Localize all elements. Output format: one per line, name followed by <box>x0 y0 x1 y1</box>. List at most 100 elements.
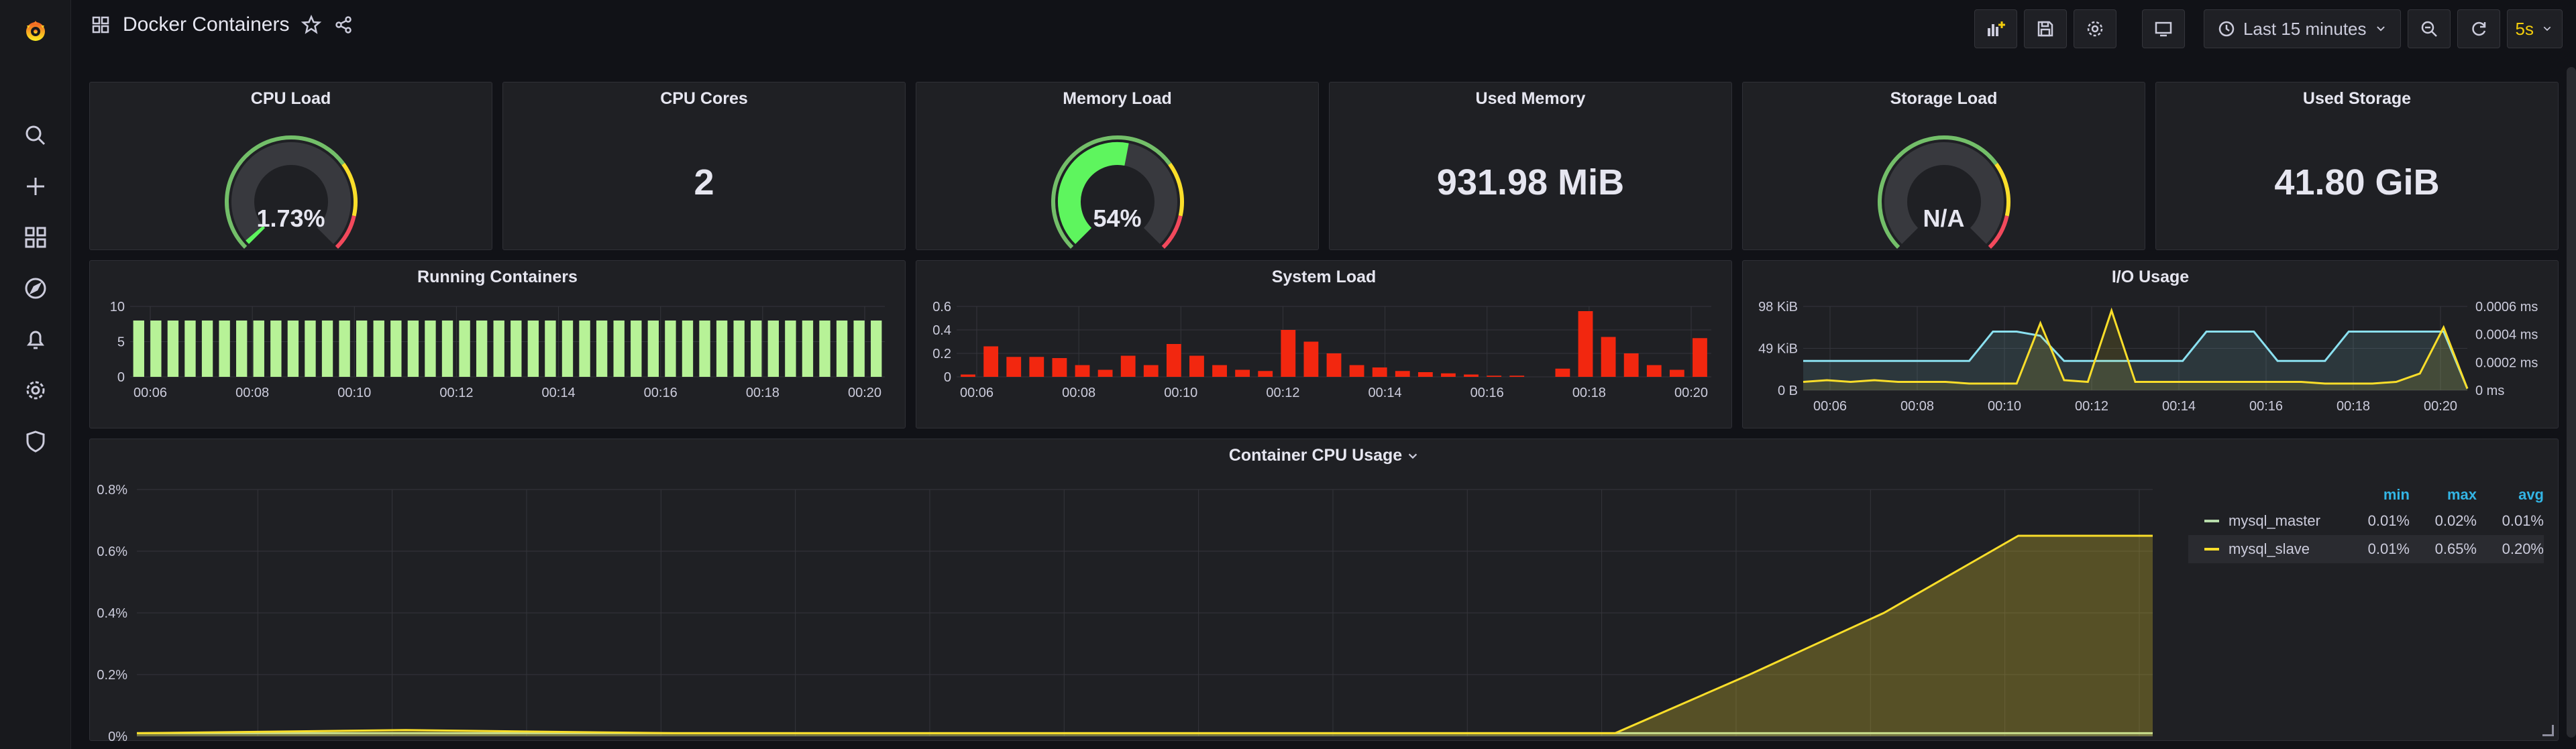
panel-resize-handle[interactable] <box>2542 725 2554 736</box>
bar <box>270 321 282 377</box>
x-tick-label: 00:20 <box>848 386 881 400</box>
legend-header-min[interactable]: min <box>2343 486 2410 504</box>
add-panel-icon <box>1987 21 2005 36</box>
panel-title: Used Memory <box>1475 89 1586 108</box>
running-containers-chart: 0 5 10 00:06 00:08 00:10 00:12 00:14 00:16 00:18 0… <box>110 300 885 400</box>
bar <box>631 321 642 377</box>
legend-min: 0.01% <box>2367 512 2410 529</box>
bar <box>699 321 710 377</box>
memory-load-panel[interactable]: Memory Load 54% <box>916 82 1319 250</box>
bar <box>647 321 659 377</box>
settings-gear-icon[interactable] <box>0 370 70 410</box>
bar <box>1303 341 1319 377</box>
bar <box>373 321 384 377</box>
system-load-panel[interactable]: System Load 0 0.2 0.4 0.6 00:06 00:08 00:10 00:… <box>916 260 1732 428</box>
search-icon[interactable] <box>0 115 70 156</box>
y-left-tick-label: 0 B <box>1778 384 1798 398</box>
legend-max: 0.65% <box>2434 540 2477 557</box>
y-tick-label: 0.2% <box>97 668 127 683</box>
storage-load-panel[interactable]: Storage Load N/A <box>1742 82 2145 250</box>
bar <box>459 321 470 377</box>
bar <box>321 321 333 377</box>
series-color-swatch[interactable] <box>2204 548 2219 551</box>
grafana-logo-icon[interactable] <box>0 11 70 51</box>
x-tick-label: 00:10 <box>337 386 371 400</box>
cpu-cores-value: 2 <box>694 162 714 203</box>
x-tick-label: 00:12 <box>2075 399 2108 414</box>
refresh-interval-picker[interactable]: 5s <box>2506 9 2563 48</box>
bar <box>1052 358 1067 377</box>
bar <box>219 321 230 377</box>
bar <box>596 321 608 377</box>
bar <box>287 321 299 377</box>
cpu-legend: min max avg mysql_master 0.01% 0.02% 0.0… <box>2188 483 2544 563</box>
bar <box>1029 357 1044 377</box>
star-icon[interactable] <box>301 15 322 35</box>
io-usage-panel[interactable]: I/O Usage 0 B 49 KiB 98 KiB 0 ms 0.0002 ms 0.… <box>1742 260 2559 428</box>
plus-icon[interactable] <box>0 166 70 207</box>
y-tick-label: 0.6 <box>932 300 951 314</box>
bar <box>1166 344 1181 377</box>
y-tick-label: 0.6% <box>97 544 127 559</box>
panel-title: Memory Load <box>1063 89 1172 108</box>
bar <box>751 321 762 377</box>
x-tick-label: 00:14 <box>542 386 576 400</box>
memory-load-value: 54% <box>1093 205 1142 232</box>
memory-load-gauge <box>1051 135 1184 249</box>
add-panel-button[interactable] <box>1974 9 2017 48</box>
x-tick-label: 00:14 <box>1368 386 1402 400</box>
legend-header-max[interactable]: max <box>2410 486 2477 504</box>
legend-row-mysql-slave[interactable]: mysql_slave 0.01% 0.65% 0.20% <box>2188 535 2544 563</box>
cpu-load-panel[interactable]: CPU Load 1.73% <box>89 82 492 250</box>
x-tick-label: 00:12 <box>439 386 473 400</box>
refresh-button[interactable] <box>2457 9 2500 48</box>
y-tick-label: 5 <box>117 335 125 350</box>
series-color-swatch[interactable] <box>2204 520 2219 522</box>
bar <box>511 321 522 377</box>
tv-mode-button[interactable] <box>2141 9 2185 48</box>
used-memory-panel[interactable]: Used Memory 931.98 MiB <box>1329 82 1732 250</box>
panel-title[interactable]: Container CPU Usage <box>90 446 2558 465</box>
save-dashboard-button[interactable] <box>2023 9 2067 48</box>
bar <box>1349 365 1364 377</box>
legend-row-mysql-master[interactable]: mysql_master 0.01% 0.02% 0.01% <box>2188 507 2544 535</box>
explore-compass-icon[interactable] <box>0 268 70 308</box>
x-tick-label: 00:06 <box>960 386 994 400</box>
bar <box>613 321 625 377</box>
dashboards-icon[interactable] <box>0 217 70 257</box>
running-containers-panel[interactable]: Running Containers 0 5 10 00:06 00:08 00:10 00… <box>89 260 906 428</box>
page-scrollbar[interactable] <box>2567 67 2576 738</box>
bar <box>682 321 694 377</box>
y-tick-label: 0.4% <box>97 606 127 621</box>
bar <box>853 321 865 377</box>
bar <box>1487 376 1502 377</box>
legend-series-name: mysql_slave <box>2229 540 2310 557</box>
used-storage-panel[interactable]: Used Storage 41.80 GiB <box>2155 82 2559 250</box>
cpu-load-value: 1.73% <box>256 205 325 232</box>
refresh-interval-label: 5s <box>2515 18 2534 39</box>
x-tick-label: 00:14 <box>2162 399 2196 414</box>
legend-header-avg[interactable]: avg <box>2477 486 2544 504</box>
panel-title: Storage Load <box>1890 89 1998 108</box>
bar <box>1006 357 1022 377</box>
dashboard-settings-button[interactable] <box>2073 9 2116 48</box>
bar <box>767 321 779 377</box>
bar <box>871 321 882 377</box>
y-tick-label: 10 <box>110 300 125 314</box>
x-tick-label: 00:08 <box>235 386 269 400</box>
bar <box>785 321 796 377</box>
alerting-bell-icon[interactable] <box>0 319 70 359</box>
bar <box>1623 353 1639 377</box>
system-load-chart: 0 0.2 0.4 0.6 00:06 00:08 00:10 00:12 00:14 00:16… <box>932 300 1711 400</box>
zoom-out-button[interactable] <box>2407 9 2451 48</box>
bar <box>1601 337 1616 377</box>
dashboard-title[interactable]: Docker Containers <box>123 13 289 36</box>
time-range-label: Last 15 minutes <box>2243 18 2367 39</box>
legend-max: 0.02% <box>2434 512 2477 529</box>
share-icon[interactable] <box>333 15 354 35</box>
shield-icon[interactable] <box>0 421 70 461</box>
bar <box>305 321 316 377</box>
time-range-picker[interactable]: Last 15 minutes <box>2203 9 2401 48</box>
legend-avg: 0.20% <box>2502 540 2544 557</box>
cpu-cores-panel[interactable]: CPU Cores 2 <box>502 82 906 250</box>
